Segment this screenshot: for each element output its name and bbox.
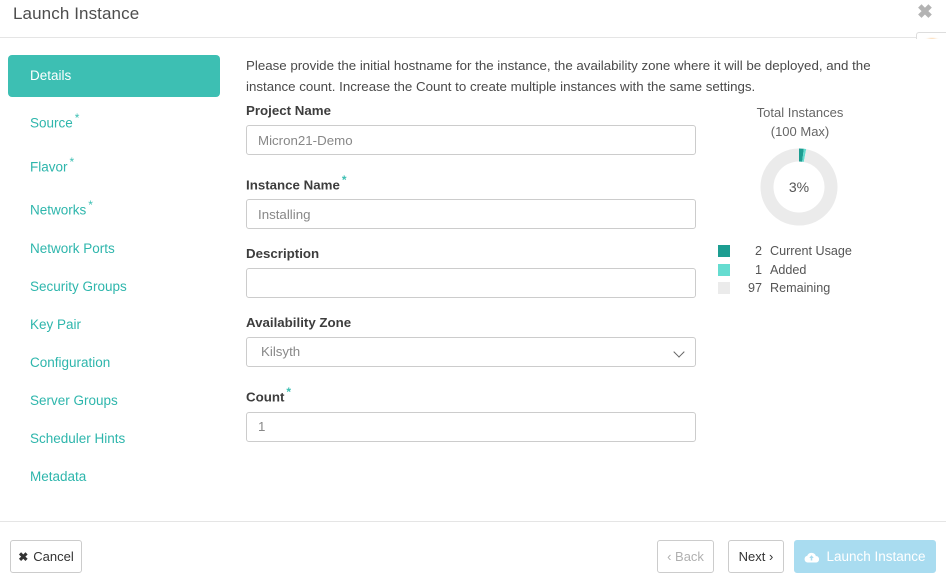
sidebar-item-metadata[interactable]: Metadata — [8, 458, 220, 496]
description-label-text: Description — [246, 246, 320, 262]
required-asterisk: * — [74, 111, 80, 125]
legend-swatch-icon — [718, 282, 730, 295]
count-input[interactable] — [246, 411, 696, 442]
instances-donut-chart: 3% — [760, 148, 838, 226]
field-availability-zone: Availability Zone Kilsyth — [246, 315, 696, 368]
sidebar-item-label: Configuration — [30, 354, 111, 370]
availability-zone-value: Kilsyth — [246, 337, 696, 368]
page-title: Launch Instance — [13, 4, 140, 23]
launch-instance-button[interactable]: Launch Instance — [794, 540, 936, 573]
project-name-input[interactable] — [246, 125, 696, 155]
quota-chart-panel: Total Instances (100 Max) 3% 2 Current Us… — [716, 103, 934, 298]
quota-legend: 2 Current Usage 1 Added 97 Remaining — [718, 242, 934, 298]
required-asterisk: * — [286, 385, 292, 400]
legend-swatch-icon — [718, 263, 730, 276]
legend-value: 2 — [754, 244, 762, 259]
legend-label: Remaining — [770, 281, 831, 296]
required-asterisk: * — [341, 173, 347, 187]
sidebar-item-server-groups[interactable]: Server Groups — [8, 382, 220, 420]
legend-row: 2 Current Usage — [718, 242, 934, 261]
legend-row: 97 Remaining — [718, 279, 934, 298]
availability-zone-label: Availability Zone — [246, 315, 696, 331]
sidebar-item-label: Security Groups — [30, 278, 127, 294]
close-x-icon: ✖ — [18, 549, 29, 564]
description-input[interactable] — [246, 268, 696, 299]
modal-header: Launch Instance ✖ — [0, 0, 946, 38]
count-label: Count * — [246, 384, 696, 405]
quota-title: Total Instances — [756, 105, 844, 120]
required-asterisk: * — [69, 154, 75, 169]
sidebar-item-security-groups[interactable]: Security Groups — [8, 268, 220, 306]
sidebar-item-label: Networks — [30, 202, 87, 218]
next-button[interactable]: Next › — [728, 540, 784, 573]
sidebar-item-label: Source — [30, 115, 73, 131]
availability-zone-select[interactable]: Kilsyth — [246, 337, 696, 368]
donut-percent-label: 3% — [788, 179, 810, 195]
field-count: Count * — [246, 384, 696, 442]
sidebar-item-details[interactable]: Details — [8, 55, 220, 97]
cloud-upload-icon — [804, 552, 820, 564]
sidebar-item-networks[interactable]: Networks * — [8, 186, 220, 230]
instance-name-input[interactable] — [246, 199, 696, 230]
field-description: Description — [246, 246, 696, 299]
required-asterisk: * — [88, 198, 93, 212]
legend-row: 1 Added — [718, 261, 934, 280]
sidebar-item-flavor[interactable]: Flavor * — [8, 143, 220, 187]
legend-label: Added — [770, 262, 807, 277]
cancel-button-label: Cancel — [33, 549, 74, 564]
sidebar-item-label: Flavor — [30, 159, 68, 174]
project-name-label: Project Name — [246, 103, 696, 119]
sidebar-item-label: Server Groups — [30, 392, 118, 408]
intro-text: Please provide the initial hostname for … — [246, 58, 871, 94]
description-label: Description — [246, 246, 696, 262]
availability-zone-label-text: Availability Zone — [246, 315, 352, 331]
count-label-text: Count — [246, 389, 285, 405]
sidebar-item-configuration[interactable]: Configuration — [8, 344, 220, 382]
field-instance-name: Instance Name * — [246, 172, 696, 230]
instance-name-label-text: Instance Name — [246, 177, 340, 193]
sidebar-item-network-ports[interactable]: Network Ports — [8, 230, 220, 268]
sidebar-item-source[interactable]: Source * — [8, 99, 220, 143]
launch-instance-modal: Launch Instance ✖ ? DetailsSource*Flavor… — [0, 0, 946, 580]
sidebar-item-key-pair[interactable]: Key Pair — [8, 306, 220, 344]
cancel-button[interactable]: ✖ Cancel — [10, 540, 82, 573]
launch-instance-label: Launch Instance — [826, 549, 926, 564]
back-button[interactable]: ‹ Back — [657, 540, 714, 573]
project-name-label-text: Project Name — [246, 103, 331, 118]
sidebar-item-label: Details — [30, 68, 72, 83]
legend-value: 1 — [754, 262, 762, 277]
details-form: Project Name Instance Name* Description … — [246, 103, 696, 459]
main-panel: Please provide the initial hostname for … — [228, 39, 946, 521]
sidebar-item-label: Metadata — [30, 468, 87, 484]
legend-label: Current Usage — [770, 244, 852, 259]
modal-footer: ✖ Cancel ‹ Back Next › Launch Instance — [0, 521, 946, 580]
quota-subtitle: (100 Max) — [770, 124, 830, 139]
sidebar-item-scheduler-hints[interactable]: Scheduler Hints — [8, 420, 220, 458]
close-icon[interactable]: ✖ — [914, 2, 936, 24]
legend-swatch-icon — [718, 245, 730, 258]
field-project-name: Project Name — [246, 103, 696, 155]
instance-name-label: Instance Name * — [246, 172, 696, 193]
sidebar-item-label: Key Pair — [30, 316, 82, 332]
legend-value: 97 — [747, 281, 762, 296]
sidebar-item-label: Scheduler Hints — [30, 430, 126, 446]
wizard-nav-sidebar: Details Source * Flavor * Networks * Network Po… — [0, 39, 228, 521]
sidebar-item-label: Network Ports — [30, 240, 115, 256]
